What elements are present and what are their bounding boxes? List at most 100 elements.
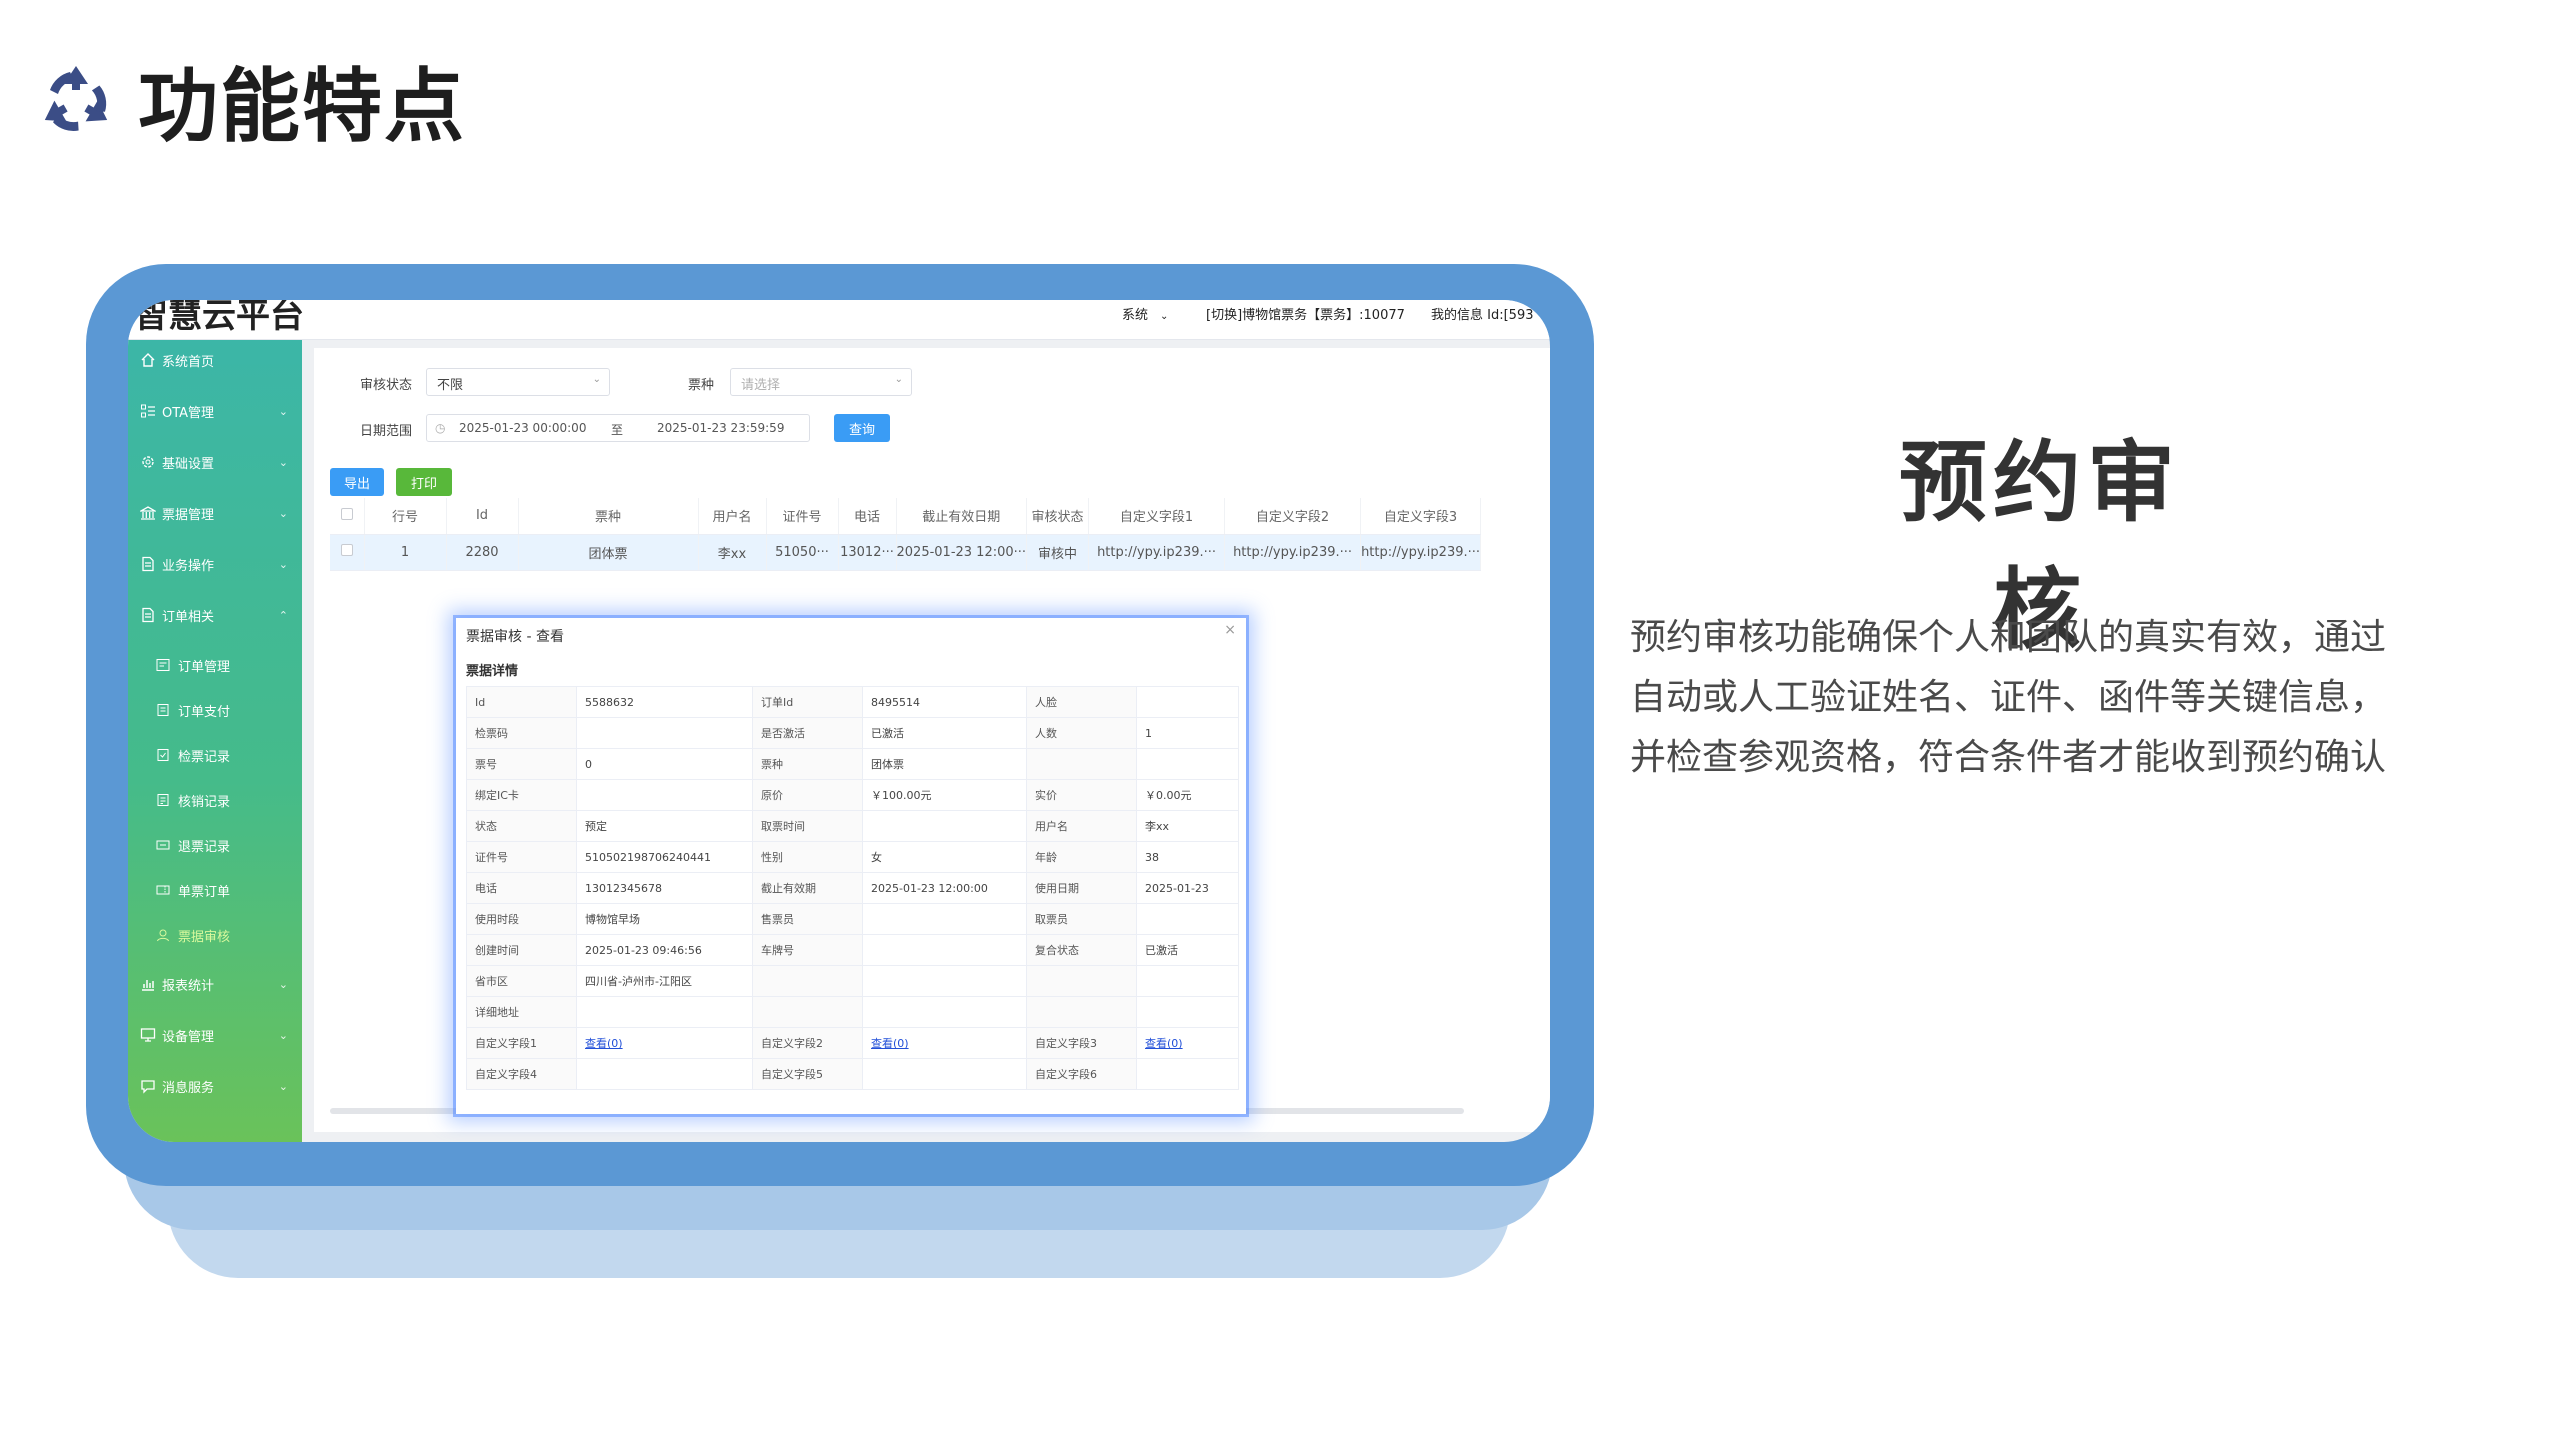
column-header[interactable]: 电话	[838, 498, 897, 535]
sidebar-item-reports[interactable]: 报表统计 ⌄	[128, 964, 302, 1004]
detail-value-cell: 510502198706240441	[576, 841, 753, 873]
table-cell: 51050···	[766, 534, 839, 571]
date-range-picker[interactable]: ◷ 2025-01-23 00:00:00 至 2025-01-23 23:59…	[426, 414, 810, 442]
column-header[interactable]: 自定义字段2	[1224, 498, 1362, 535]
detail-row: 创建时间 2025-01-23 09:46:56 车牌号 复合状态 已激活	[466, 934, 1239, 966]
chevron-down-icon: ⌄	[278, 455, 288, 469]
detail-label-cell: 使用日期	[1026, 872, 1137, 904]
sidebar-item-label: 设备管理	[162, 1029, 215, 1045]
detail-value-cell: 预定	[576, 810, 753, 842]
table-cell: 审核中	[1026, 534, 1090, 571]
sidebar-subitem-order-management[interactable]: 订单管理	[154, 645, 302, 685]
detail-label-cell: 性别	[752, 841, 863, 873]
detail-value-cell	[862, 1058, 1027, 1090]
sidebar-subitem-label: 退票记录	[178, 839, 231, 855]
detail-label-cell: 使用时段	[466, 903, 577, 935]
detail-row: 使用时段 博物馆早场 售票员 取票员	[466, 903, 1239, 935]
detail-value-cell	[1136, 903, 1239, 935]
column-header[interactable]: 审核状态	[1026, 498, 1090, 535]
detail-value-cell	[1136, 686, 1239, 718]
sidebar-subitem-check-records[interactable]: 检票记录	[154, 735, 302, 775]
date-end: 2025-01-23 23:59:59	[657, 421, 785, 435]
gear-icon	[138, 452, 158, 472]
row-checkbox-cell[interactable]	[330, 534, 365, 571]
sidebar-item-messages[interactable]: 消息服务 ⌄	[128, 1066, 302, 1106]
slide-header: 功能特点	[36, 42, 466, 158]
sidebar-item-tickets[interactable]: 票据管理 ⌄	[128, 493, 302, 533]
sidebar-subitem-order-payment[interactable]: 订单支付	[154, 690, 302, 730]
detail-row: 状态 预定 取票时间 用户名 李xx	[466, 810, 1239, 842]
select-all-checkbox-cell[interactable]	[330, 498, 365, 535]
detail-row: 检票码 是否激活 已激活 人数 1	[466, 717, 1239, 749]
column-header[interactable]: 行号	[364, 498, 447, 535]
document-icon	[138, 554, 158, 574]
export-button[interactable]: 导出	[330, 468, 384, 496]
table-header-row: 行号 Id 票种 用户名 证件号 电话 截止有效日期 审核状态 自定义字段1 自…	[330, 498, 1482, 535]
column-header[interactable]: 票种	[518, 498, 699, 535]
table-cell: 2025-01-23 12:00···	[896, 534, 1028, 571]
sidebar-item-label: 消息服务	[162, 1080, 215, 1096]
select-all-checkbox[interactable]	[340, 507, 353, 520]
sidebar-item-devices[interactable]: 设备管理 ⌄	[128, 1015, 302, 1055]
dialog-title: 票据审核 - 查看	[466, 629, 564, 645]
column-header[interactable]: 自定义字段1	[1088, 498, 1226, 535]
detail-row: 详细地址	[466, 996, 1239, 1028]
detail-label-cell: 票种	[752, 748, 863, 780]
ticket-type-select[interactable]: 请选择 ⌄	[730, 368, 912, 396]
sidebar-subitem-refund-records[interactable]: 退票记录	[154, 825, 302, 865]
list-icon	[138, 401, 158, 421]
menu-system[interactable]: 系统 ⌄	[1122, 304, 1168, 323]
detail-label-cell: 人数	[1026, 717, 1137, 749]
sidebar-item-label: OTA管理	[162, 405, 215, 421]
menu-my-info[interactable]: 我的信息 Id:[593	[1431, 304, 1533, 323]
menu-switch[interactable]: [切换]博物馆票务【票务】:10077	[1206, 304, 1405, 323]
user-icon	[154, 926, 172, 944]
query-button[interactable]: 查询	[834, 414, 890, 442]
sidebar-item-label: 订单相关	[162, 609, 215, 625]
status-filter-select[interactable]: 不限 ⌄	[426, 368, 610, 396]
sidebar-item-operations[interactable]: 业务操作 ⌄	[128, 544, 302, 584]
ticket-type-placeholder: 请选择	[741, 378, 781, 393]
detail-value-cell: 查看(0)	[576, 1027, 753, 1059]
view-link[interactable]: 查看(0)	[1145, 1037, 1183, 1050]
column-header[interactable]: 自定义字段3	[1360, 498, 1482, 535]
status-filter-value: 不限	[437, 378, 464, 393]
sidebar-subitem-verify-records[interactable]: 核销记录	[154, 780, 302, 820]
column-header[interactable]: 截止有效日期	[896, 498, 1028, 535]
sidebar-item-home[interactable]: 系统首页	[128, 340, 302, 380]
column-header[interactable]: 用户名	[698, 498, 767, 535]
sidebar-item-ota[interactable]: OTA管理 ⌄	[128, 391, 302, 431]
detail-value-cell: 查看(0)	[862, 1027, 1027, 1059]
column-header[interactable]: Id	[446, 498, 519, 535]
table-cell: 团体票	[518, 534, 699, 571]
detail-label-cell: 复合状态	[1026, 934, 1137, 966]
app-brand: 智慧云平台	[134, 300, 304, 336]
payment-icon	[154, 701, 172, 719]
detail-value-cell	[862, 903, 1027, 935]
view-link[interactable]: 查看(0)	[585, 1037, 623, 1050]
detail-label-cell: 状态	[466, 810, 577, 842]
close-icon[interactable]: ×	[1224, 622, 1236, 638]
view-link[interactable]: 查看(0)	[871, 1037, 909, 1050]
dialog-section-title: 票据详情	[466, 664, 519, 679]
row-checkbox[interactable]	[340, 544, 353, 556]
chevron-down-icon: ⌄	[278, 506, 288, 520]
sidebar-subitem-ticket-review[interactable]: 票据审核	[154, 915, 302, 955]
feature-description-line: 预约审核功能确保个人和团队的真实有效，通过	[1630, 617, 2387, 658]
sidebar-item-orders[interactable]: 订单相关 ⌃	[128, 595, 302, 635]
table-row[interactable]: 1 2280 团体票 李xx 51050··· 13012··· 2025-01…	[330, 534, 1482, 571]
sidebar-item-settings[interactable]: 基础设置 ⌄	[128, 442, 302, 482]
table-cell: 1	[364, 534, 447, 571]
detail-value-cell	[1136, 996, 1239, 1028]
detail-row: 省市区 四川省-泸州市-江阳区	[466, 965, 1239, 997]
detail-value-cell: 已激活	[1136, 934, 1239, 966]
detail-label-cell: 检票码	[466, 717, 577, 749]
detail-value-cell	[1136, 1058, 1239, 1090]
ticket-review-dialog: 票据审核 - 查看 × 票据详情 Id 5588632 订单Id 8495514 人脸检…	[456, 618, 1246, 1114]
detail-value-cell: 李xx	[1136, 810, 1239, 842]
menu-system-label: 系统	[1122, 308, 1149, 323]
sidebar-subitem-single-ticket-orders[interactable]: 单票订单	[154, 870, 302, 910]
detail-value-cell	[862, 996, 1027, 1028]
column-header[interactable]: 证件号	[766, 498, 839, 535]
print-button[interactable]: 打印	[396, 468, 452, 496]
